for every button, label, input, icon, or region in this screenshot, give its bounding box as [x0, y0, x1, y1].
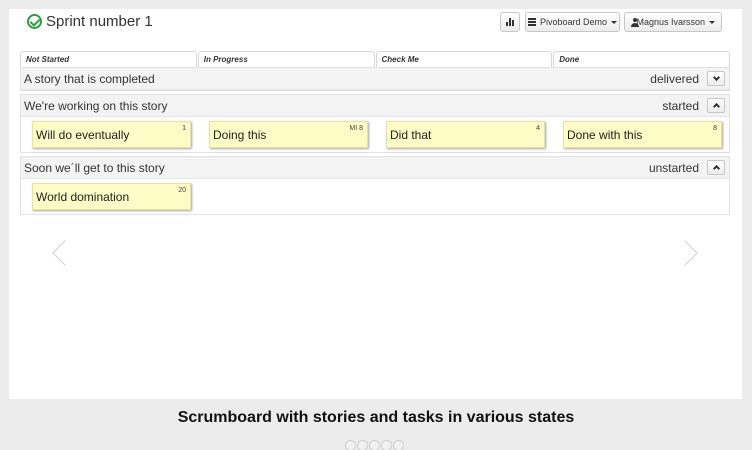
slide-dot[interactable]	[357, 440, 368, 450]
expand-button[interactable]	[707, 71, 725, 86]
task-cell-not-started: Will do eventually 1	[21, 121, 198, 152]
user-menu-button[interactable]: Magnus Ivarsson	[624, 12, 722, 32]
board-menu-button[interactable]: Pivoboard Demo	[525, 12, 620, 32]
task-cell-done	[552, 183, 729, 214]
task-points: 20	[178, 187, 186, 194]
story-header[interactable]: We're working on this story started	[21, 95, 729, 117]
task-cell-done: Done with this 8	[552, 121, 729, 152]
task-card[interactable]: Done with this 8	[563, 121, 722, 148]
task-cell-check-me	[375, 183, 552, 214]
task-points: 4	[536, 125, 540, 132]
collapse-button[interactable]	[707, 160, 725, 175]
story-tasks: World domination 20	[21, 179, 729, 214]
story-tasks: Will do eventually 1 Doing this MI 8 Did…	[21, 117, 729, 152]
chevron-up-icon	[712, 102, 720, 111]
column-header-in-progress: In Progress	[197, 51, 375, 67]
task-card[interactable]: Doing this MI 8	[209, 121, 368, 148]
collapse-button[interactable]	[707, 98, 725, 113]
task-cell-in-progress	[198, 183, 375, 214]
check-circle-icon	[27, 14, 42, 29]
task-cell-not-started: World domination 20	[21, 183, 198, 214]
story-state: delivered	[650, 71, 699, 86]
chevron-down-icon	[712, 73, 720, 82]
column-header-not-started: Not Started	[20, 51, 197, 67]
task-card[interactable]: World domination 20	[32, 183, 191, 210]
story-state: started	[662, 98, 699, 113]
story: We're working on this story started Will…	[20, 94, 730, 153]
slide-dot[interactable]	[345, 440, 356, 450]
sprint-title: Sprint number 1	[27, 13, 153, 30]
story: A story that is completed delivered	[20, 67, 730, 91]
slide-dot[interactable]	[381, 440, 392, 450]
story: Soon we´ll get to this story unstarted W…	[20, 156, 730, 215]
slide-indicators	[345, 440, 404, 450]
board-menu-label: Pivoboard Demo	[539, 17, 608, 27]
story-state: unstarted	[648, 160, 699, 175]
story-title: A story that is completed	[24, 71, 155, 86]
task-name: World domination	[36, 190, 130, 204]
story-title: Soon we´ll get to this story	[24, 160, 165, 175]
task-cell-check-me: Did that 4	[375, 121, 552, 152]
chevron-up-icon	[712, 164, 720, 173]
task-points: 8	[713, 125, 717, 132]
slide-caption: Scrumboard with stories and tasks in var…	[177, 409, 575, 426]
task-cell-in-progress: Doing this MI 8	[198, 121, 375, 152]
column-headers: Not Started In Progress Check Me Done	[20, 51, 730, 67]
list-icon	[527, 18, 536, 26]
task-points: MI 8	[349, 125, 363, 132]
bar-chart-icon	[506, 18, 514, 26]
app-window: Sprint number 1 Pivoboard Demo Magnus Iv…	[9, 9, 742, 399]
story-title: We're working on this story	[24, 98, 168, 113]
story-header[interactable]: Soon we´ll get to this story unstarted	[21, 157, 729, 179]
task-name: Did that	[390, 128, 432, 142]
column-header-done: Done	[553, 51, 730, 67]
task-name: Doing this	[213, 128, 267, 142]
chart-button[interactable]	[500, 12, 520, 32]
user-menu-label: Magnus Ivarsson	[636, 17, 705, 27]
slide-dot[interactable]	[369, 440, 380, 450]
caret-down-icon	[611, 20, 618, 24]
top-bar: Sprint number 1 Pivoboard Demo Magnus Iv…	[9, 9, 742, 39]
task-card[interactable]: Will do eventually 1	[32, 121, 191, 148]
task-name: Will do eventually	[36, 128, 130, 142]
caret-down-icon	[709, 20, 715, 24]
task-points: 1	[182, 125, 186, 132]
task-card[interactable]: Did that 4	[386, 121, 545, 148]
task-name: Done with this	[567, 128, 643, 142]
user-icon	[631, 17, 643, 27]
column-header-check-me: Check Me	[375, 51, 553, 67]
story-header[interactable]: A story that is completed delivered	[21, 68, 729, 90]
scrumboard: Not Started In Progress Check Me Done A …	[20, 51, 730, 218]
slide-dot[interactable]	[393, 440, 404, 450]
sprint-title-text: Sprint number 1	[46, 13, 153, 30]
